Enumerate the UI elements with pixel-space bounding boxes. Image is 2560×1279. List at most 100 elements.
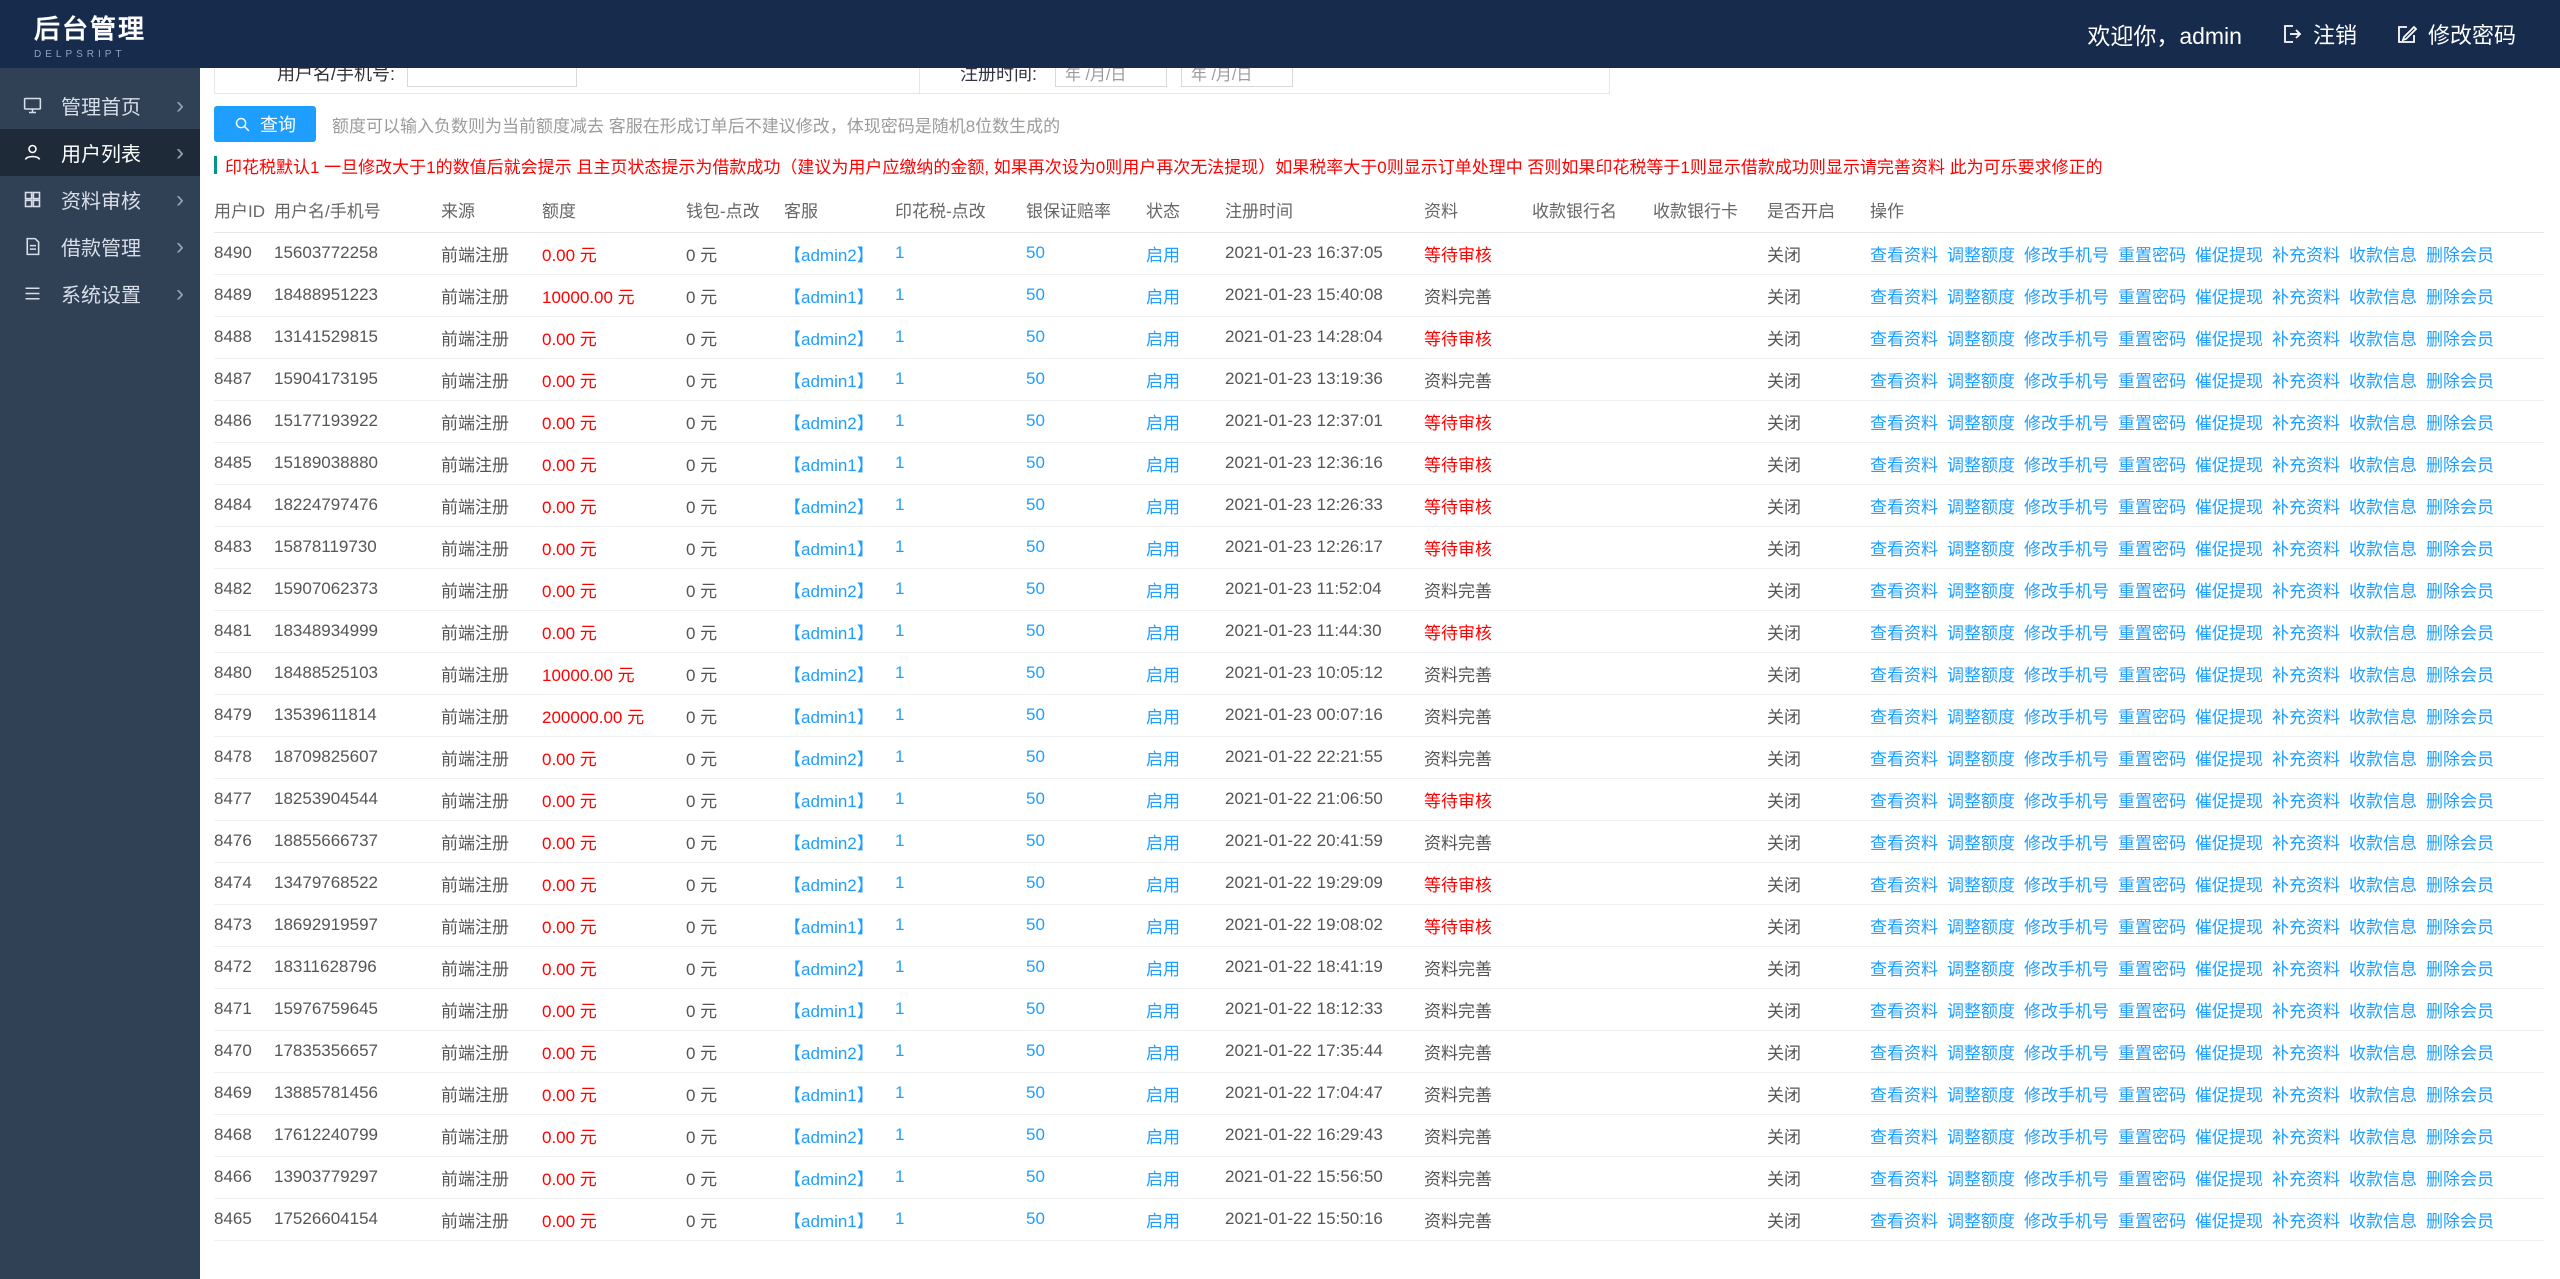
- op-supplement-profile[interactable]: 补充资料: [2272, 624, 2340, 643]
- op-view-profile[interactable]: 查看资料: [1870, 498, 1938, 517]
- op-view-profile[interactable]: 查看资料: [1870, 1170, 1938, 1189]
- op-reset-password[interactable]: 重置密码: [2118, 414, 2186, 433]
- op-urge-withdraw[interactable]: 催促提现: [2195, 540, 2263, 559]
- op-change-phone[interactable]: 修改手机号: [2024, 456, 2109, 475]
- op-payment-info[interactable]: 收款信息: [2349, 498, 2417, 517]
- op-view-profile[interactable]: 查看资料: [1870, 582, 1938, 601]
- op-change-phone[interactable]: 修改手机号: [2024, 540, 2109, 559]
- op-adjust-quota[interactable]: 调整额度: [1947, 666, 2015, 685]
- op-delete-member[interactable]: 删除会员: [2426, 1212, 2494, 1231]
- op-delete-member[interactable]: 删除会员: [2426, 624, 2494, 643]
- op-reset-password[interactable]: 重置密码: [2118, 624, 2186, 643]
- op-adjust-quota[interactable]: 调整额度: [1947, 582, 2015, 601]
- op-adjust-quota[interactable]: 调整额度: [1947, 372, 2015, 391]
- op-change-phone[interactable]: 修改手机号: [2024, 918, 2109, 937]
- op-supplement-profile[interactable]: 补充资料: [2272, 246, 2340, 265]
- op-urge-withdraw[interactable]: 催促提现: [2195, 918, 2263, 937]
- op-urge-withdraw[interactable]: 催促提现: [2195, 288, 2263, 307]
- op-change-phone[interactable]: 修改手机号: [2024, 1086, 2109, 1105]
- op-delete-member[interactable]: 删除会员: [2426, 456, 2494, 475]
- op-adjust-quota[interactable]: 调整额度: [1947, 834, 2015, 853]
- op-change-phone[interactable]: 修改手机号: [2024, 876, 2109, 895]
- op-supplement-profile[interactable]: 补充资料: [2272, 582, 2340, 601]
- op-urge-withdraw[interactable]: 催促提现: [2195, 1086, 2263, 1105]
- op-adjust-quota[interactable]: 调整额度: [1947, 540, 2015, 559]
- op-supplement-profile[interactable]: 补充资料: [2272, 708, 2340, 727]
- op-reset-password[interactable]: 重置密码: [2118, 1170, 2186, 1189]
- op-payment-info[interactable]: 收款信息: [2349, 246, 2417, 265]
- op-view-profile[interactable]: 查看资料: [1870, 246, 1938, 265]
- op-adjust-quota[interactable]: 调整额度: [1947, 750, 2015, 769]
- op-view-profile[interactable]: 查看资料: [1870, 834, 1938, 853]
- op-adjust-quota[interactable]: 调整额度: [1947, 792, 2015, 811]
- op-supplement-profile[interactable]: 补充资料: [2272, 372, 2340, 391]
- op-delete-member[interactable]: 删除会员: [2426, 540, 2494, 559]
- op-change-phone[interactable]: 修改手机号: [2024, 1212, 2109, 1231]
- op-payment-info[interactable]: 收款信息: [2349, 1128, 2417, 1147]
- op-view-profile[interactable]: 查看资料: [1870, 750, 1938, 769]
- op-view-profile[interactable]: 查看资料: [1870, 330, 1938, 349]
- op-reset-password[interactable]: 重置密码: [2118, 1002, 2186, 1021]
- op-adjust-quota[interactable]: 调整额度: [1947, 960, 2015, 979]
- sidebar-item-settings[interactable]: 系统设置 ›: [0, 270, 200, 317]
- op-payment-info[interactable]: 收款信息: [2349, 414, 2417, 433]
- op-delete-member[interactable]: 删除会员: [2426, 1170, 2494, 1189]
- op-view-profile[interactable]: 查看资料: [1870, 414, 1938, 433]
- op-payment-info[interactable]: 收款信息: [2349, 540, 2417, 559]
- op-view-profile[interactable]: 查看资料: [1870, 960, 1938, 979]
- op-payment-info[interactable]: 收款信息: [2349, 1170, 2417, 1189]
- op-supplement-profile[interactable]: 补充资料: [2272, 666, 2340, 685]
- op-adjust-quota[interactable]: 调整额度: [1947, 918, 2015, 937]
- op-view-profile[interactable]: 查看资料: [1870, 918, 1938, 937]
- op-supplement-profile[interactable]: 补充资料: [2272, 330, 2340, 349]
- op-adjust-quota[interactable]: 调整额度: [1947, 1086, 2015, 1105]
- op-change-phone[interactable]: 修改手机号: [2024, 750, 2109, 769]
- op-reset-password[interactable]: 重置密码: [2118, 750, 2186, 769]
- op-view-profile[interactable]: 查看资料: [1870, 1128, 1938, 1147]
- op-supplement-profile[interactable]: 补充资料: [2272, 918, 2340, 937]
- op-supplement-profile[interactable]: 补充资料: [2272, 540, 2340, 559]
- op-payment-info[interactable]: 收款信息: [2349, 456, 2417, 475]
- op-reset-password[interactable]: 重置密码: [2118, 1086, 2186, 1105]
- op-reset-password[interactable]: 重置密码: [2118, 498, 2186, 517]
- op-adjust-quota[interactable]: 调整额度: [1947, 708, 2015, 727]
- op-urge-withdraw[interactable]: 催促提现: [2195, 666, 2263, 685]
- op-payment-info[interactable]: 收款信息: [2349, 708, 2417, 727]
- op-payment-info[interactable]: 收款信息: [2349, 876, 2417, 895]
- op-reset-password[interactable]: 重置密码: [2118, 582, 2186, 601]
- op-supplement-profile[interactable]: 补充资料: [2272, 876, 2340, 895]
- op-payment-info[interactable]: 收款信息: [2349, 750, 2417, 769]
- op-urge-withdraw[interactable]: 催促提现: [2195, 624, 2263, 643]
- op-delete-member[interactable]: 删除会员: [2426, 1044, 2494, 1063]
- op-reset-password[interactable]: 重置密码: [2118, 834, 2186, 853]
- op-delete-member[interactable]: 删除会员: [2426, 1128, 2494, 1147]
- op-adjust-quota[interactable]: 调整额度: [1947, 456, 2015, 475]
- op-payment-info[interactable]: 收款信息: [2349, 1044, 2417, 1063]
- op-urge-withdraw[interactable]: 催促提现: [2195, 960, 2263, 979]
- op-delete-member[interactable]: 删除会员: [2426, 792, 2494, 811]
- op-urge-withdraw[interactable]: 催促提现: [2195, 414, 2263, 433]
- op-supplement-profile[interactable]: 补充资料: [2272, 414, 2340, 433]
- op-reset-password[interactable]: 重置密码: [2118, 918, 2186, 937]
- op-reset-password[interactable]: 重置密码: [2118, 1128, 2186, 1147]
- op-view-profile[interactable]: 查看资料: [1870, 456, 1938, 475]
- op-adjust-quota[interactable]: 调整额度: [1947, 246, 2015, 265]
- op-view-profile[interactable]: 查看资料: [1870, 624, 1938, 643]
- op-reset-password[interactable]: 重置密码: [2118, 456, 2186, 475]
- op-payment-info[interactable]: 收款信息: [2349, 1212, 2417, 1231]
- op-urge-withdraw[interactable]: 催促提现: [2195, 1170, 2263, 1189]
- op-reset-password[interactable]: 重置密码: [2118, 792, 2186, 811]
- op-delete-member[interactable]: 删除会员: [2426, 330, 2494, 349]
- op-urge-withdraw[interactable]: 催促提现: [2195, 456, 2263, 475]
- op-reset-password[interactable]: 重置密码: [2118, 708, 2186, 727]
- op-adjust-quota[interactable]: 调整额度: [1947, 1212, 2015, 1231]
- op-urge-withdraw[interactable]: 催促提现: [2195, 708, 2263, 727]
- op-payment-info[interactable]: 收款信息: [2349, 582, 2417, 601]
- op-change-phone[interactable]: 修改手机号: [2024, 1044, 2109, 1063]
- op-supplement-profile[interactable]: 补充资料: [2272, 288, 2340, 307]
- op-reset-password[interactable]: 重置密码: [2118, 372, 2186, 391]
- op-delete-member[interactable]: 删除会员: [2426, 246, 2494, 265]
- op-urge-withdraw[interactable]: 催促提现: [2195, 834, 2263, 853]
- op-change-phone[interactable]: 修改手机号: [2024, 288, 2109, 307]
- op-reset-password[interactable]: 重置密码: [2118, 540, 2186, 559]
